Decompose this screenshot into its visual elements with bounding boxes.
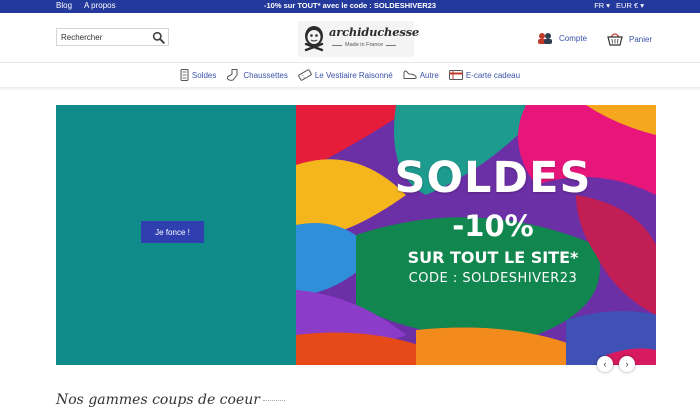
hero-discount: -10% <box>452 209 534 243</box>
hero-sale-image[interactable]: SOLDES -10% SUR TOUT LE SITE* CODE : SOL… <box>296 105 656 365</box>
currency-selector[interactable]: EUR € ▾ <box>616 1 644 10</box>
ticket-icon <box>298 69 312 81</box>
nav-item-gift-card[interactable]: E-carte cadeau <box>448 70 521 80</box>
nav-label-chaussettes: Chaussettes <box>243 70 288 80</box>
tagline-rule-left <box>332 44 342 46</box>
search-icon[interactable] <box>152 31 165 44</box>
account-icon <box>538 33 552 44</box>
cart-basket-icon <box>607 33 623 46</box>
language-selector[interactable]: FR ▾ <box>594 1 610 10</box>
nav-item-soldes[interactable]: Soldes <box>180 69 216 81</box>
gift-card-icon <box>448 70 463 80</box>
shoe-icon <box>403 70 417 79</box>
chevron-right-icon: › <box>625 359 629 369</box>
search-input[interactable] <box>57 29 149 45</box>
nav-item-chaussettes[interactable]: Chaussettes <box>226 69 288 81</box>
carousel-prev-button[interactable]: ‹ <box>597 356 613 372</box>
hero-left-panel: Je fonce ! <box>56 105 296 365</box>
cart-link[interactable]: Panier <box>607 32 652 46</box>
hero-subline: SUR TOUT LE SITE* <box>407 248 579 267</box>
top-links: Blog A propos <box>56 1 116 10</box>
account-link[interactable]: Compte <box>537 32 587 44</box>
site-logo[interactable]: archiduchesse Made in France <box>298 21 419 57</box>
search-box <box>56 28 169 46</box>
tagline-rule-right <box>386 44 397 46</box>
cart-label: Panier <box>629 34 653 44</box>
hero-carousel: Je fonce ! SOLDES -10% SUR TOUT LE SITE*… <box>56 105 656 365</box>
nav-label-gift-card: E-carte cadeau <box>465 70 521 80</box>
section-title: Nos gammes coups de coeur <box>56 392 285 408</box>
hero-promo-code: CODE : SOLDESHIVER23 <box>408 271 578 286</box>
nav-item-autre[interactable]: Autre <box>403 70 439 80</box>
brand-name: archiduchesse <box>329 25 419 39</box>
je-fonce-button[interactable]: Je fonce ! <box>141 221 204 243</box>
sale-tag-icon <box>180 69 189 81</box>
sock-icon <box>227 69 238 81</box>
site-header: archiduchesse Made in France Compte Pani… <box>0 13 700 63</box>
locale-selectors: FR ▾ EUR € ▾ <box>594 1 644 10</box>
carousel-next-button[interactable]: › <box>619 356 635 372</box>
section-title-text: Nos gammes coups de coeur <box>56 392 260 408</box>
hero-headline: SOLDES <box>394 153 592 203</box>
nav-label-soldes: Soldes <box>191 70 217 80</box>
main-nav: Soldes Chaussettes Le Vestiaire Raisonné… <box>0 63 700 87</box>
brand-tagline: Made in France <box>332 42 397 48</box>
top-bar: Blog A propos -10% sur TOUT* avec le cod… <box>0 0 700 13</box>
blog-link[interactable]: Blog <box>56 1 72 10</box>
about-link[interactable]: A propos <box>84 1 116 10</box>
nav-item-vestiaire[interactable]: Le Vestiaire Raisonné <box>298 69 393 81</box>
nav-shadow <box>0 87 700 91</box>
nav-label-autre: Autre <box>419 70 439 80</box>
tagline-text: Made in France <box>345 42 384 48</box>
account-label: Compte <box>559 33 588 43</box>
title-divider <box>262 399 285 401</box>
nav-label-vestiaire: Le Vestiaire Raisonné <box>314 70 393 80</box>
chevron-left-icon: ‹ <box>603 359 607 369</box>
mascot-logo-icon <box>304 26 324 52</box>
